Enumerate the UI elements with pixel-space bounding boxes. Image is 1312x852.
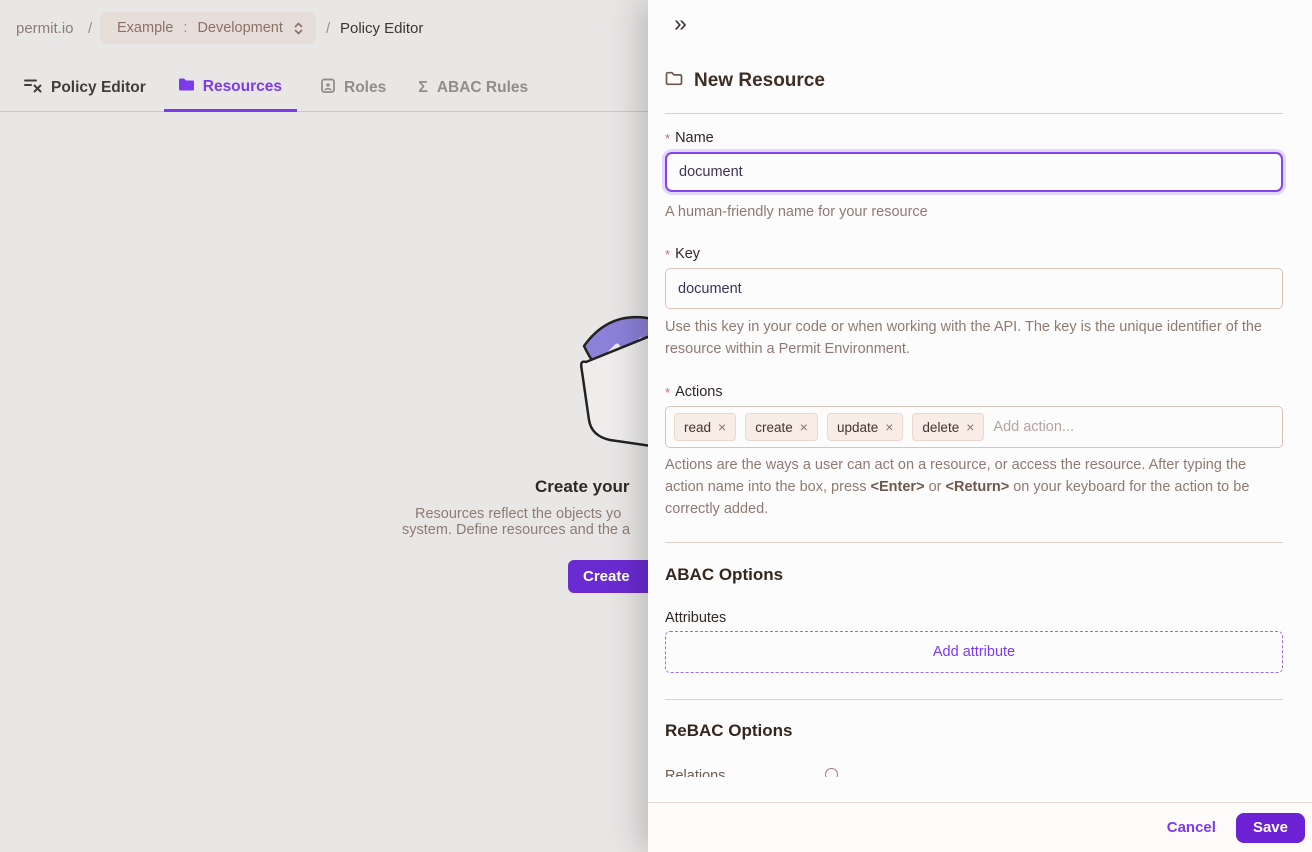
tab-label: Policy Editor xyxy=(51,79,146,97)
sigma-icon: Σ xyxy=(418,79,428,97)
divider xyxy=(665,699,1283,700)
required-marker: * xyxy=(665,246,670,262)
action-tag: update × xyxy=(827,413,903,441)
key-helper-text: Use this key in your code or when workin… xyxy=(665,316,1277,360)
action-tag: delete × xyxy=(912,413,984,441)
name-input[interactable] xyxy=(665,152,1283,192)
collapse-drawer-icon[interactable]: » xyxy=(670,8,691,39)
empty-state-description-line2: system. Define resources and the a xyxy=(402,522,630,538)
breadcrumb-separator: / xyxy=(88,20,92,37)
action-tag: create × xyxy=(745,413,818,441)
tab-label: ABAC Rules xyxy=(437,79,528,97)
relations-label: Relations xyxy=(665,768,725,777)
remove-tag-icon[interactable]: × xyxy=(966,420,974,434)
create-button-label: Create xyxy=(583,568,630,585)
remove-tag-icon[interactable]: × xyxy=(718,420,726,434)
divider xyxy=(665,542,1283,543)
breadcrumb-current-page: Policy Editor xyxy=(340,20,423,37)
cancel-button[interactable]: Cancel xyxy=(1167,819,1216,836)
rebac-clipped-field-row: Relations xyxy=(665,768,1065,777)
new-resource-drawer: » New Resource * Name A human-friendly n… xyxy=(648,0,1312,852)
drawer-footer: Cancel Save xyxy=(648,802,1312,852)
name-label: * Name xyxy=(665,130,714,146)
roles-badge-icon xyxy=(321,78,335,98)
attributes-label: Attributes xyxy=(665,610,726,626)
name-helper-text: A human-friendly name for your resource xyxy=(665,201,928,223)
required-marker: * xyxy=(665,130,670,146)
tab-label: Resources xyxy=(203,78,282,96)
action-tag: read × xyxy=(674,413,736,441)
enter-key-hint: <Enter> xyxy=(871,479,925,495)
action-tag-label: create xyxy=(755,420,793,435)
rebac-options-heading: ReBAC Options xyxy=(665,721,793,741)
project-environment-selector[interactable]: Example : Development xyxy=(100,12,316,44)
policy-editor-page: permit.io / Example : Development / Poli… xyxy=(0,0,1312,852)
add-attribute-button[interactable]: Add attribute xyxy=(665,631,1283,673)
return-key-hint: <Return> xyxy=(946,479,1010,495)
folder-outline-icon xyxy=(665,71,683,91)
tab-label: Roles xyxy=(344,79,386,97)
breadcrumb-separator: / xyxy=(326,20,330,37)
key-input[interactable] xyxy=(665,268,1283,309)
chevron-up-down-icon xyxy=(293,20,304,37)
divider xyxy=(665,113,1283,114)
save-button[interactable]: Save xyxy=(1236,813,1305,843)
actions-tag-input[interactable]: read × create × update × delete × xyxy=(665,406,1283,448)
action-tag-label: delete xyxy=(922,420,959,435)
tab-abac-rules[interactable]: Σ ABAC Rules xyxy=(410,64,536,111)
key-label: * Key xyxy=(665,246,700,262)
environment-name: Development xyxy=(197,20,282,36)
brand-permit-io[interactable]: permit.io xyxy=(16,20,74,37)
required-marker: * xyxy=(665,384,670,400)
tab-resources[interactable]: Resources xyxy=(164,64,297,112)
drawer-header: New Resource xyxy=(665,70,825,92)
action-tag-label: read xyxy=(684,420,711,435)
info-icon xyxy=(825,768,838,777)
remove-tag-icon[interactable]: × xyxy=(800,420,808,434)
remove-tag-icon[interactable]: × xyxy=(885,420,893,434)
tab-roles[interactable]: Roles xyxy=(313,64,394,111)
folder-icon xyxy=(179,78,194,96)
policy-editor-icon xyxy=(24,78,42,98)
abac-options-heading: ABAC Options xyxy=(665,565,783,585)
add-action-input[interactable] xyxy=(993,419,1274,435)
project-name: Example xyxy=(117,20,173,36)
actions-helper-text: Actions are the ways a user can act on a… xyxy=(665,454,1281,520)
tab-policy-editor[interactable]: Policy Editor xyxy=(24,64,148,111)
actions-label: * Actions xyxy=(665,384,723,400)
action-tag-label: update xyxy=(837,420,878,435)
project-env-divider: : xyxy=(183,20,187,36)
empty-state-description-line1: Resources reflect the objects yo xyxy=(415,506,621,522)
drawer-title: New Resource xyxy=(694,70,825,92)
empty-state-title: Create your xyxy=(535,477,629,497)
